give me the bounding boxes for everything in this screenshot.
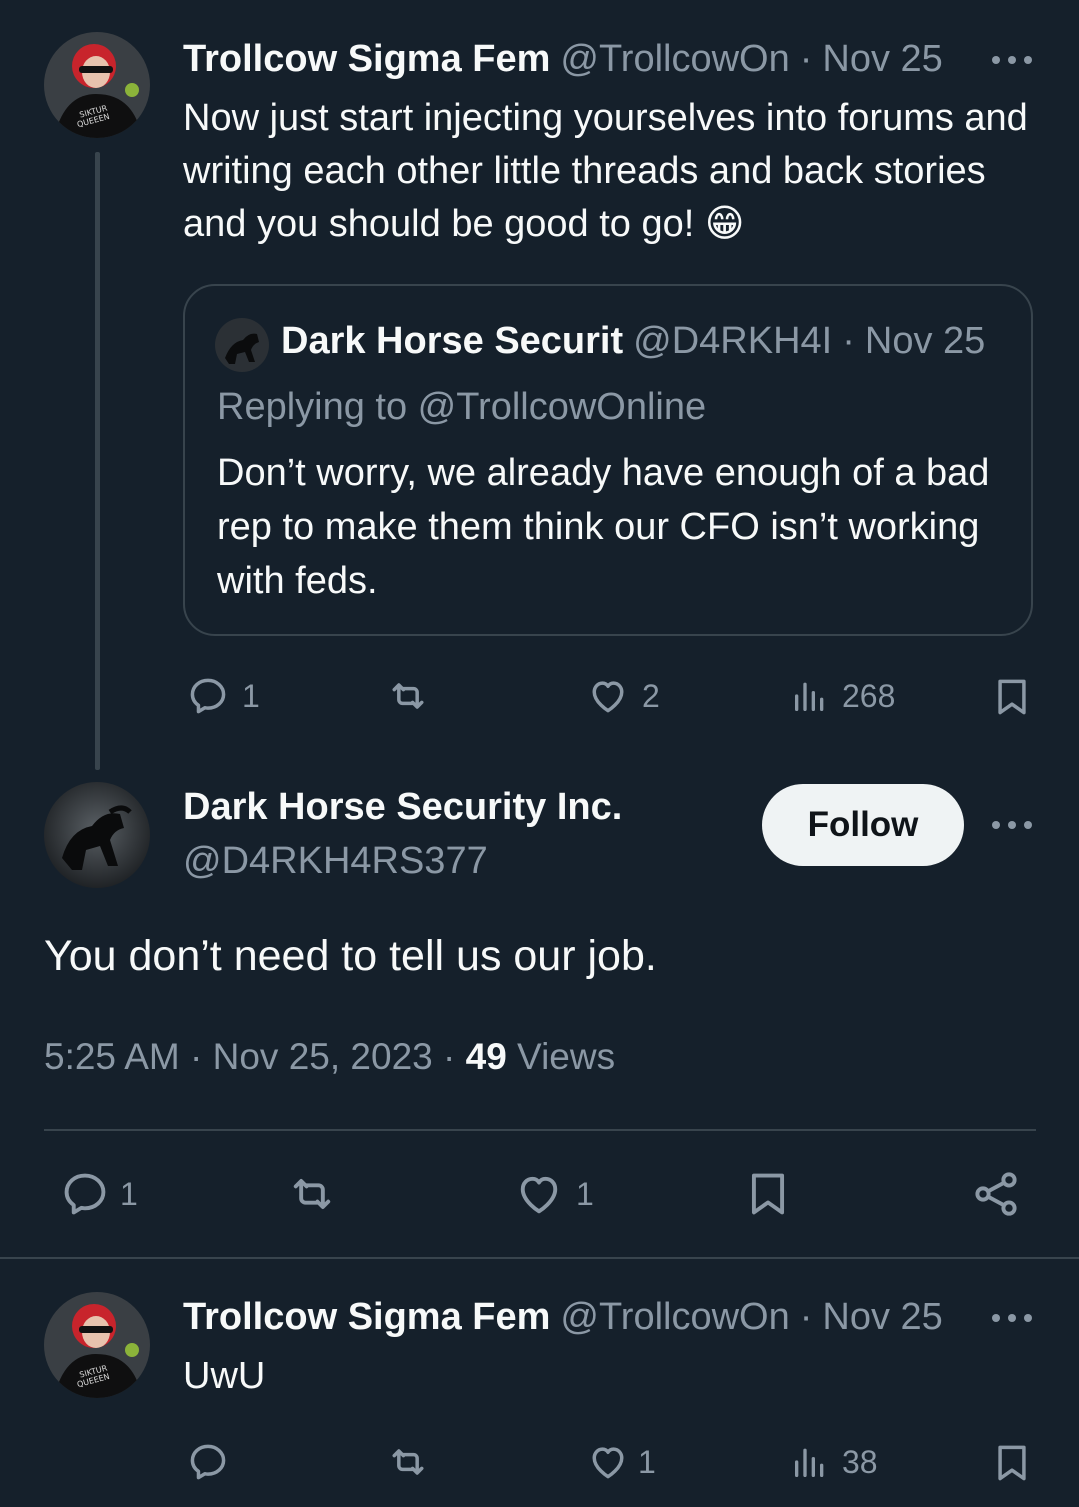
reply-text: UwU <box>183 1355 266 1397</box>
timestamp[interactable]: 5:25 AM · Nov 25, 2023 · <box>44 1036 466 1077</box>
views-button[interactable]: 38 <box>790 1440 878 1484</box>
author-handle[interactable]: @TrollcowOn <box>560 1296 789 1339</box>
bookmark-button[interactable] <box>990 674 1034 720</box>
retweet-button[interactable] <box>384 674 432 718</box>
reply-icon <box>64 1173 106 1215</box>
views-number[interactable]: 49 <box>466 1036 507 1077</box>
reply-button[interactable]: 1 <box>186 674 260 718</box>
tweet1-text: Now just start injecting yourselves into… <box>183 92 1043 251</box>
retweet-icon <box>392 683 424 709</box>
separator-dot: · <box>799 38 813 80</box>
views-button[interactable]: 268 <box>790 674 895 718</box>
like-button[interactable]: 1 <box>512 1168 594 1220</box>
avatar-darkhorse-small <box>215 318 269 372</box>
tweet-date[interactable]: Nov 25 <box>822 38 942 81</box>
tweet1-header: Trollcow Sigma Fem @TrollcowOn · Nov 25 <box>183 38 943 81</box>
reply-icon <box>190 678 226 714</box>
retweet-icon <box>293 1179 331 1209</box>
separator-dot: · <box>842 320 855 362</box>
like-icon <box>592 681 624 713</box>
views-label: Views <box>506 1036 616 1077</box>
quote-card[interactable]: Dark Horse Securit @D4RKH4I · Nov 25 Rep… <box>183 284 1033 636</box>
quote-author-name: Dark Horse Securit <box>281 320 624 362</box>
reply-button[interactable]: 1 <box>58 1168 138 1220</box>
like-icon <box>520 1176 558 1214</box>
views-count: 268 <box>842 677 896 714</box>
views-icon <box>795 682 824 711</box>
share-button[interactable] <box>970 1168 1022 1220</box>
divider <box>44 1129 1036 1131</box>
author-handle[interactable]: @TrollcowOn <box>560 38 789 81</box>
tweet-text: Now just start injecting yourselves into… <box>183 97 1028 245</box>
quote-text: Don’t worry, we already have enough of a… <box>217 452 990 602</box>
author-name[interactable]: Trollcow Sigma Fem <box>183 38 550 81</box>
views-count: 38 <box>842 1443 878 1480</box>
retweet-icon <box>392 1449 424 1475</box>
reply-count: 1 <box>120 1175 138 1212</box>
thread-line <box>95 152 100 770</box>
bookmark-button[interactable] <box>742 1166 794 1222</box>
like-icon <box>592 1447 624 1479</box>
author-name[interactable]: Trollcow Sigma Fem <box>183 1296 550 1339</box>
quote-author-handle: @D4RKH4I <box>633 320 833 362</box>
like-count: 1 <box>576 1175 594 1212</box>
like-button[interactable]: 1 <box>586 1440 656 1484</box>
like-button[interactable]: 2 <box>586 674 660 718</box>
more-icon[interactable] <box>992 1312 1032 1324</box>
avatar-trollcow[interactable]: SIKTUR QUEEEN <box>44 1292 150 1398</box>
bookmark-icon <box>998 1445 1026 1481</box>
bookmark-icon <box>998 679 1026 715</box>
main-author-handle[interactable]: @D4RKH4RS377 <box>183 840 488 883</box>
replying-to: Replying to @TrollcowOnline <box>217 386 707 428</box>
bookmark-button[interactable] <box>990 1440 1034 1486</box>
like-count: 1 <box>638 1443 656 1480</box>
reply-count: 1 <box>242 677 260 714</box>
more-icon[interactable] <box>992 54 1032 66</box>
reply-button[interactable] <box>186 1440 230 1484</box>
avatar-darkhorse[interactable] <box>44 782 150 888</box>
quote-date: Nov 25 <box>864 320 986 362</box>
tweet-meta: 5:25 AM · Nov 25, 2023 · 49 Views <box>44 1036 615 1078</box>
tweet-date[interactable]: Nov 25 <box>822 1296 942 1339</box>
main-tweet-text: You don’t need to tell us our job. <box>44 932 657 980</box>
main-author-name[interactable]: Dark Horse Security Inc. <box>183 786 622 829</box>
retweet-button[interactable] <box>282 1168 342 1220</box>
grin-emoji-icon: 😁 <box>704 203 745 245</box>
bookmark-icon <box>751 1173 785 1215</box>
follow-button[interactable]: Follow <box>762 784 964 866</box>
retweet-button[interactable] <box>384 1440 432 1484</box>
quote-header: Dark Horse Securit @D4RKH4I · Nov 25 <box>281 320 985 363</box>
divider <box>0 1257 1079 1259</box>
share-icon <box>975 1172 1017 1216</box>
more-icon[interactable] <box>992 819 1032 831</box>
reply-header: Trollcow Sigma Fem @TrollcowOn · Nov 25 <box>183 1296 943 1339</box>
like-count: 2 <box>642 677 660 714</box>
views-icon <box>795 1448 824 1477</box>
avatar-trollcow[interactable]: SIKTUR QUEEEN <box>44 32 150 138</box>
separator-dot: · <box>799 1296 813 1338</box>
reply-icon <box>190 1444 226 1480</box>
